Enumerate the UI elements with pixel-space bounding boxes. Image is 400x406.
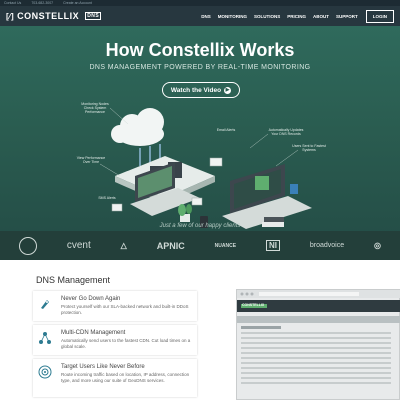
- nav-menu: DNS MONITORING SOLUTIONS PRICING ABOUT S…: [201, 14, 357, 19]
- dns-sublogo: DNS: [85, 12, 102, 20]
- create-account-link[interactable]: Create an Account: [63, 1, 92, 5]
- feature-card-never-go-down: Never Go Down Again Protect yourself wit…: [33, 291, 197, 321]
- client-logo-ni: NI: [265, 240, 280, 251]
- callout-email-alerts: Email Alerts: [216, 128, 236, 132]
- client-logo-broadvoice: broadvoice: [309, 242, 345, 249]
- seal-logo-icon: [18, 236, 37, 255]
- callout-auto-update: Automatically Updates Your DNS Records: [268, 128, 304, 136]
- client-logo-swirl-icon: ◎: [374, 241, 381, 250]
- network-icon: [39, 332, 51, 344]
- nav-item-pricing[interactable]: PRICING: [287, 14, 306, 19]
- feature-description: Route incoming traffic based on location…: [61, 372, 190, 383]
- feature-title: Target Users Like Never Before: [61, 364, 145, 370]
- feature-description: Protect yourself with our SLA-backed net…: [61, 304, 189, 315]
- feature-card-target-users: Target Users Like Never Before Route inc…: [33, 359, 197, 397]
- feature-card-multi-cdn: Multi-CDN Management Automatically send …: [33, 325, 197, 355]
- client-logo-apnic: APNIC: [156, 240, 185, 251]
- client-logo-cvent: cvent: [66, 240, 91, 251]
- logo-mark-icon: [⁄]: [6, 11, 15, 21]
- contact-link[interactable]: Contact Us: [4, 1, 21, 5]
- dns-management-heading: DNS Management: [36, 275, 111, 285]
- cloud-icon: [111, 108, 164, 146]
- nav-item-solutions[interactable]: SOLUTIONS: [254, 14, 280, 19]
- hero-section: How Constellix Works DNS MANAGEMENT POWE…: [0, 26, 400, 260]
- clients-caption: Just a few of our happy clients: [159, 223, 241, 229]
- play-icon: ▶: [224, 86, 232, 94]
- rocket-icon: [41, 300, 49, 309]
- feature-description: Automatically send users to the fastest …: [61, 338, 191, 349]
- login-button[interactable]: LOGIN: [365, 9, 394, 23]
- hero-title: How Constellix Works: [105, 40, 295, 60]
- client-logos-strip: cvent △ APNIC NUANCE NI broadvoice ◎: [0, 231, 400, 260]
- callout-view-performance: View Performance Over Time: [76, 156, 106, 164]
- callout-users-sent: Users Sent to Fastest Systems: [292, 144, 326, 152]
- feature-title: Multi-CDN Management: [61, 330, 126, 336]
- client-logo-nuance: NUANCE: [214, 242, 237, 249]
- dashboard-browser-mockup: CONSTELLIX: [236, 289, 400, 400]
- watch-video-label: Watch the Video: [170, 86, 222, 94]
- plant-icon: [178, 204, 192, 222]
- feature-title: Never Go Down Again: [61, 296, 121, 302]
- dashboard-logo-text: CONSTELLIX: [242, 303, 265, 307]
- nav-item-support[interactable]: SUPPORT: [336, 14, 358, 19]
- target-icon: [38, 365, 52, 379]
- logo-text: CONSTELLIX: [17, 11, 80, 21]
- callout-sms-alerts: SMS Alerts: [98, 196, 116, 200]
- nav-item-dns[interactable]: DNS: [201, 14, 211, 19]
- main-navigation: [⁄] CONSTELLIX DNS DNS MONITORING SOLUTI…: [0, 6, 400, 26]
- mug-icon: [290, 184, 298, 194]
- nav-item-monitoring[interactable]: MONITORING: [218, 14, 247, 19]
- callout-monitoring-nodes: Monitoring Nodes Check System Performanc…: [81, 102, 109, 114]
- hero-subtitle: DNS MANAGEMENT POWERED BY REAL-TIME MONI…: [89, 64, 311, 71]
- phone-link[interactable]: 703-682-3007: [31, 1, 53, 5]
- watch-video-button[interactable]: Watch the Video ▶: [162, 82, 240, 98]
- nav-item-about[interactable]: ABOUT: [313, 14, 329, 19]
- constellix-logo[interactable]: [⁄] CONSTELLIX DNS: [6, 11, 102, 21]
- client-logo-linux-icon: △: [120, 241, 127, 250]
